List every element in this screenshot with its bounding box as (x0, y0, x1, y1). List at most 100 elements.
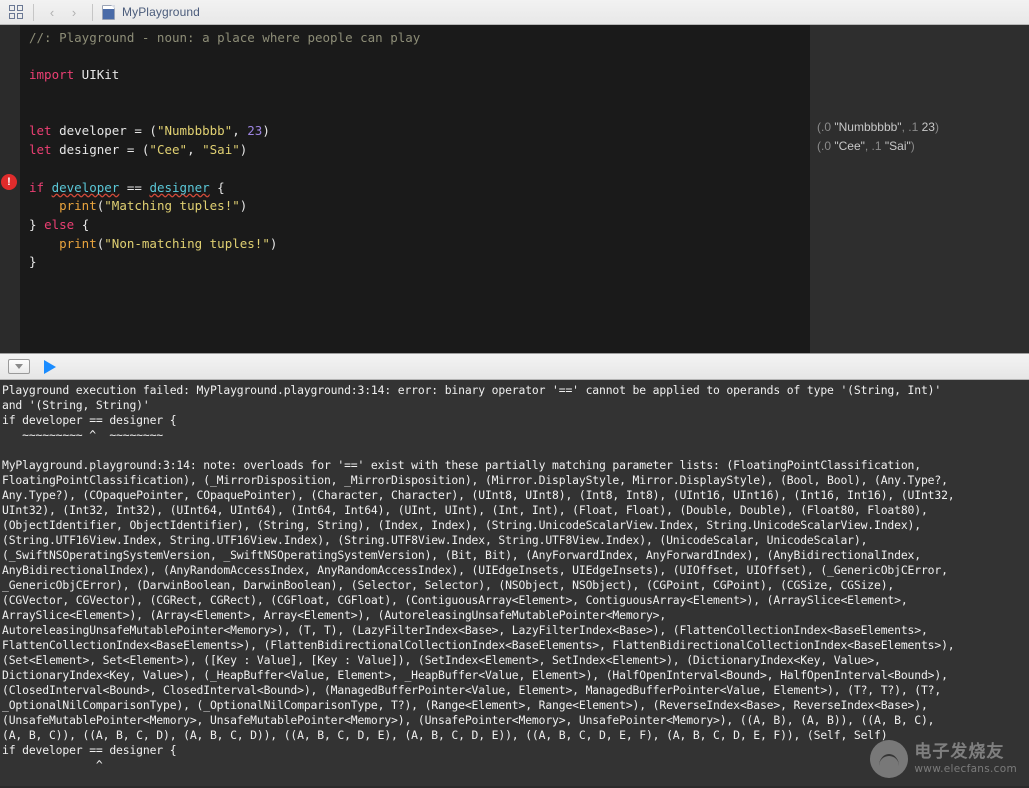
back-chevron-icon[interactable]: ‹ (41, 6, 63, 19)
debug-toolbar (0, 353, 1029, 380)
result-part: , .1 (902, 120, 922, 134)
error-marker-icon[interactable]: ! (1, 174, 17, 190)
code-token: developer (52, 180, 120, 195)
result-part: "Numbbbbb" (834, 120, 901, 134)
code-token: else (44, 217, 74, 232)
console-line: and '(String, String)' (2, 398, 1029, 413)
code-line: let designer = ("Cee", "Sai") (29, 141, 810, 160)
toolbar-divider-1 (33, 4, 34, 21)
result-part: "Sai" (885, 139, 911, 153)
code-token (44, 180, 52, 195)
code-token: { (210, 180, 225, 195)
code-token (29, 236, 59, 251)
code-token: ) (240, 198, 248, 213)
code-line: let developer = ("Numbbbbb", 23) (29, 122, 810, 141)
code-token: } (29, 217, 44, 232)
code-line: } (29, 253, 810, 272)
console-line: (_SwiftNSOperatingSystemVersion, _SwiftN… (2, 548, 1029, 563)
console-line: ^ (2, 758, 1029, 773)
console-line: if developer == designer { (2, 413, 1029, 428)
code-token: designer (149, 180, 209, 195)
code-token: if (29, 180, 44, 195)
code-line: print("Matching tuples!") (29, 197, 810, 216)
code-token: //: Playground - noun: a place where peo… (29, 30, 420, 45)
console-lines: Playground execution failed: MyPlaygroun… (2, 383, 1029, 773)
breadcrumb[interactable]: MyPlayground (122, 5, 200, 19)
code-token: designer = ( (52, 142, 150, 157)
code-token: "Non-matching tuples!" (104, 236, 270, 251)
console-line: if developer == designer { (2, 743, 1029, 758)
result-part: 23 (922, 120, 935, 134)
code-token: import (29, 67, 74, 82)
console-line: _OptionalNilComparisonType), (_OptionalN… (2, 698, 1029, 713)
code-token: == (119, 180, 149, 195)
result-part: ) (935, 120, 939, 134)
code-line: print("Non-matching tuples!") (29, 235, 810, 254)
result-part: (.0 (817, 139, 834, 153)
console-output[interactable]: Playground execution failed: MyPlaygroun… (0, 380, 1029, 786)
code-token: ) (262, 123, 270, 138)
code-token: 23 (247, 123, 262, 138)
code-line (29, 104, 810, 123)
results-values: (.0 "Numbbbbb", .1 23)(.0 "Cee", .1 "Sai… (810, 25, 1029, 155)
console-line: (A, B, C)), ((A, B, C, D), (A, B, C, D))… (2, 728, 1029, 743)
top-toolbar: ‹ › MyPlayground (0, 0, 1029, 25)
code-line: import UIKit (29, 66, 810, 85)
console-line: (ObjectIdentifier, ObjectIdentifier), (S… (2, 518, 1029, 533)
console-line: FlattenCollectionIndex<BaseElements>), (… (2, 638, 1029, 653)
code-token: "Numbbbbb" (157, 123, 232, 138)
code-token (29, 198, 59, 213)
code-token: , (232, 123, 247, 138)
results-sidebar: (.0 "Numbbbbb", .1 23)(.0 "Cee", .1 "Sai… (810, 25, 1029, 353)
code-token: ) (240, 142, 248, 157)
console-line: (CGVector, CGVector), (CGRect, CGRect), … (2, 593, 1029, 608)
grid-view-icon[interactable] (6, 3, 26, 21)
result-part: (.0 (817, 120, 834, 134)
code-token: UIKit (74, 67, 119, 82)
result-part: "Cee" (834, 139, 865, 153)
console-line: (ClosedInterval<Bound>, ClosedInterval<B… (2, 683, 1029, 698)
editor-area: ! //: Playground - noun: a place where p… (0, 25, 1029, 353)
code-line (29, 160, 810, 179)
result-part: ) (911, 139, 915, 153)
result-part: , .1 (865, 139, 885, 153)
console-line: (Set<Element>, Set<Element>), ([Key : Va… (2, 653, 1029, 668)
console-line: ~~~~~~~~~ ^ ~~~~~~~~ (2, 428, 1029, 443)
console-line: _GenericObjCError), (DarwinBoolean, Darw… (2, 578, 1029, 593)
code-lines: //: Playground - noun: a place where peo… (20, 25, 810, 272)
code-token: let (29, 123, 52, 138)
console-line: Playground execution failed: MyPlaygroun… (2, 383, 1029, 398)
code-token: "Sai" (202, 142, 240, 157)
console-line: MyPlayground.playground:3:14: note: over… (2, 458, 1029, 473)
console-line: AutoreleasingUnsafeMutablePointer<Memory… (2, 623, 1029, 638)
code-token: , (187, 142, 202, 157)
code-token: "Cee" (149, 142, 187, 157)
code-token: print (59, 236, 97, 251)
code-token: } (29, 254, 37, 269)
code-token: print (59, 198, 97, 213)
console-line: ArraySlice<Element>), (Array<Element>, A… (2, 608, 1029, 623)
console-line: (UnsafeMutablePointer<Memory>, UnsafeMut… (2, 713, 1029, 728)
code-line: if developer == designer { (29, 179, 810, 198)
forward-chevron-icon[interactable]: › (63, 6, 85, 19)
code-line (29, 48, 810, 67)
code-line: } else { (29, 216, 810, 235)
console-line (2, 443, 1029, 458)
result-value: (.0 "Cee", .1 "Sai") (810, 137, 1029, 156)
code-token: { (74, 217, 89, 232)
code-editor[interactable]: //: Playground - noun: a place where peo… (20, 25, 810, 353)
editor-gutter: ! (0, 25, 20, 353)
console-line: AnyBidirectionalIndex), (AnyRandomAccess… (2, 563, 1029, 578)
code-line: //: Playground - noun: a place where peo… (29, 29, 810, 48)
code-line (29, 85, 810, 104)
console-line: UInt32), (Int32, Int32), (UInt64, UInt64… (2, 503, 1029, 518)
code-token: "Matching tuples!" (104, 198, 239, 213)
collapse-triangle-icon[interactable] (8, 359, 30, 374)
console-line: FloatingPointClassification), (_MirrorDi… (2, 473, 1029, 488)
console-line: (String.UTF16View.Index, String.UTF16Vie… (2, 533, 1029, 548)
result-value: (.0 "Numbbbbb", .1 23) (810, 118, 1029, 137)
toolbar-divider-2 (92, 4, 93, 21)
code-token: developer = ( (52, 123, 157, 138)
run-play-icon[interactable] (44, 360, 56, 374)
console-line: DictionaryIndex<Key, Value>), (_HeapBuff… (2, 668, 1029, 683)
